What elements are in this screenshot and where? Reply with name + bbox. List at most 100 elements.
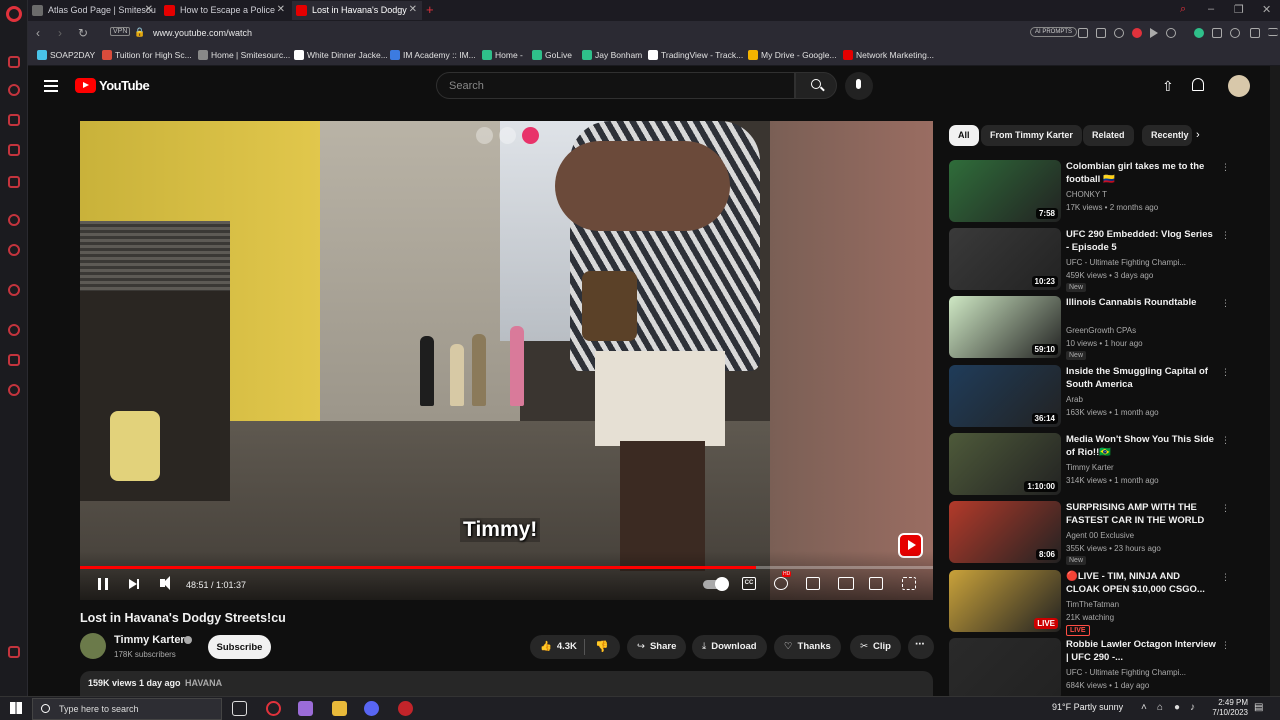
download-button[interactable]: ⤓ Download: [692, 635, 767, 659]
maximize-button[interactable]: ❐: [1234, 3, 1244, 16]
record-icon[interactable]: [1132, 28, 1142, 38]
close-window-button[interactable]: ✕: [1262, 3, 1271, 16]
lock-icon[interactable]: 🔒: [134, 27, 145, 38]
thanks-button[interactable]: ♡ Thanks: [774, 635, 841, 659]
sidebar-app-icon[interactable]: [8, 176, 20, 188]
recommended-video-channel[interactable]: TimTheTatman: [1066, 600, 1216, 609]
sidebar-more-icon[interactable]: [8, 646, 20, 658]
chip-recently[interactable]: Recently: [1142, 125, 1192, 146]
download-icon[interactable]: [1250, 28, 1260, 38]
bookmark-item[interactable]: IM Academy :: IM...: [390, 50, 476, 60]
more-options-icon[interactable]: ⋮: [1221, 162, 1230, 173]
opera-logo-icon[interactable]: [6, 6, 22, 22]
youtube-logo-icon[interactable]: [75, 78, 96, 93]
bookmark-item[interactable]: Network Marketing...: [843, 50, 934, 60]
recommended-video-title[interactable]: 🔴LIVE - TIM, NINJA AND CLOAK OPEN $10,00…: [1066, 570, 1216, 596]
recommended-video-channel[interactable]: UFC - Ultimate Fighting Champi...: [1066, 668, 1216, 677]
music-player-icon[interactable]: [8, 284, 20, 296]
video-thumbnail[interactable]: 10:23: [949, 228, 1061, 290]
recommended-video-title[interactable]: SURPRISING AMP WITH THE FASTEST CAR IN T…: [1066, 501, 1216, 527]
channel-avatar[interactable]: [80, 633, 106, 659]
windows-start-icon[interactable]: [10, 702, 22, 714]
extensions-icon[interactable]: [8, 354, 20, 366]
bookmark-item[interactable]: SOAP2DAY: [37, 50, 95, 60]
notifications-icon[interactable]: ▤: [1254, 702, 1263, 713]
edit-icon[interactable]: [1078, 28, 1088, 38]
video-thumbnail[interactable]: 8:06: [949, 501, 1061, 563]
recommended-video-channel[interactable]: Arab: [1066, 395, 1216, 404]
send-icon[interactable]: [1150, 28, 1158, 38]
menu-icon[interactable]: [1268, 28, 1278, 36]
bookmark-item[interactable]: GoLive: [532, 50, 572, 60]
screenshot-icon[interactable]: [1114, 28, 1124, 38]
recommended-video[interactable]: 8:06 SURPRISING AMP WITH THE FASTEST CAR …: [949, 501, 1259, 567]
tab-police-escape[interactable]: How to Escape a Police ✕: [160, 1, 290, 20]
clip-button[interactable]: ✂ Clip: [850, 635, 901, 659]
minimize-button[interactable]: –: [1208, 3, 1214, 15]
account-avatar[interactable]: [1228, 75, 1250, 97]
pause-button[interactable]: [98, 578, 108, 590]
opera-taskbar-icon[interactable]: [266, 701, 281, 716]
video-thumbnail[interactable]: 7:58: [949, 160, 1061, 222]
volume-icon[interactable]: [160, 576, 170, 590]
camera-icon[interactable]: [1096, 28, 1106, 38]
ai-prompts-button[interactable]: AI PROMPTS: [1030, 27, 1078, 37]
more-options-icon[interactable]: ⋮: [1221, 503, 1230, 514]
url-field[interactable]: www.youtube.com/watch: [153, 28, 252, 38]
recommended-video-title[interactable]: UFC 290 Embedded: Vlog Series - Episode …: [1066, 228, 1216, 254]
page-scrollbar[interactable]: [1270, 66, 1280, 696]
messenger-icon[interactable]: [8, 214, 20, 226]
snapshot-icon[interactable]: [499, 127, 516, 144]
extension-icon[interactable]: [1194, 28, 1204, 38]
settings-gear-icon[interactable]: [774, 571, 792, 590]
create-icon[interactable]: ⇧: [1162, 78, 1174, 95]
video-thumbnail[interactable]: [949, 638, 1061, 696]
more-options-icon[interactable]: ⋮: [1221, 435, 1230, 446]
app-taskbar-icon[interactable]: [398, 701, 413, 716]
chip-from-channel[interactable]: From Timmy Karter: [981, 125, 1082, 146]
video-thumbnail[interactable]: 59:10: [949, 296, 1061, 358]
file-explorer-icon[interactable]: [332, 701, 347, 716]
discord-icon[interactable]: [364, 701, 379, 716]
cube-icon[interactable]: [1212, 28, 1222, 38]
more-options-icon[interactable]: ⋮: [1221, 640, 1230, 651]
recommended-video[interactable]: Robbie Lawler Octagon Interview | UFC 29…: [949, 638, 1259, 696]
recommended-video-title[interactable]: Illinois Cannabis Roundtable: [1066, 296, 1216, 309]
bookmark-item[interactable]: Tuition for High Sc...: [102, 50, 192, 60]
recommended-video[interactable]: 36:14 Inside the Smuggling Capital of Sou…: [949, 365, 1259, 431]
chip-related[interactable]: Related: [1083, 125, 1134, 146]
recommended-video-channel[interactable]: CHONKY T: [1066, 190, 1216, 199]
vpn-badge[interactable]: VPN: [110, 27, 131, 36]
more-options-icon[interactable]: ⋮: [1221, 230, 1230, 241]
back-button[interactable]: ‹: [36, 26, 40, 40]
video-thumbnail[interactable]: 1:10:00: [949, 433, 1061, 495]
notifications-icon[interactable]: [1192, 78, 1204, 91]
close-tab-icon[interactable]: ✕: [277, 4, 285, 15]
bookmark-item[interactable]: Home | Smitesourc...: [198, 50, 290, 60]
cast-icon[interactable]: [869, 577, 883, 590]
share-button[interactable]: ↪ Share: [627, 635, 687, 659]
reload-button[interactable]: ↻: [78, 26, 88, 40]
miniplayer-icon[interactable]: [806, 577, 820, 590]
bookmark-item[interactable]: Jay Bonham: [582, 50, 642, 60]
search-tabs-icon[interactable]: ⌕: [1180, 3, 1186, 16]
menu-icon[interactable]: [44, 80, 58, 92]
microphone-icon[interactable]: ●: [1174, 702, 1180, 713]
sidebar-app-icon[interactable]: [8, 56, 20, 68]
system-clock[interactable]: 2:49 PM 7/10/2023: [1208, 698, 1248, 718]
volume-icon[interactable]: ♪: [1190, 702, 1195, 713]
video-player[interactable]: Timmy! 48:51 / 1:01:37 CC: [80, 121, 933, 600]
recommended-video-channel[interactable]: Timmy Karter: [1066, 463, 1216, 472]
search-input[interactable]: [437, 73, 794, 98]
forward-button[interactable]: ›: [58, 26, 62, 40]
recommended-video-title[interactable]: Inside the Smuggling Capital of South Am…: [1066, 365, 1216, 391]
channel-name[interactable]: Timmy Karter: [114, 634, 185, 646]
subscribe-button[interactable]: Subscribe: [208, 635, 271, 659]
heart-icon[interactable]: [1166, 28, 1176, 38]
recommended-video[interactable]: 7:58 Colombian girl takes me to the footb…: [949, 160, 1259, 226]
recommended-video[interactable]: 59:10 Illinois Cannabis Roundtable GreenGr…: [949, 296, 1259, 362]
recommended-video-channel[interactable]: UFC - Ultimate Fighting Champi...: [1066, 258, 1216, 267]
recommended-video[interactable]: 10:23 UFC 290 Embedded: Vlog Series - Epi…: [949, 228, 1259, 294]
copy-icon[interactable]: [476, 127, 493, 144]
hashtag[interactable]: HAVANA: [185, 678, 222, 688]
